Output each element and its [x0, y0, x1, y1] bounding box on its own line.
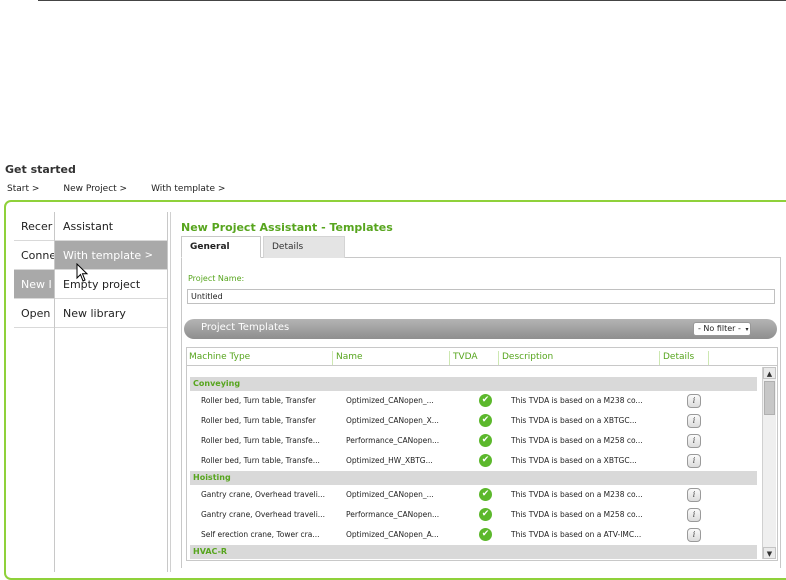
- table-row[interactable]: Gantry crane, Overhead traveli... Perfor…: [190, 505, 757, 525]
- nav-item-open[interactable]: Open: [14, 299, 54, 328]
- check-circle-icon: ✔: [479, 434, 492, 447]
- column-header-description[interactable]: Description: [500, 351, 660, 365]
- check-circle-icon: ✔: [479, 454, 492, 467]
- cell-machine-type: Roller bed, Turn table, Transfer: [201, 416, 316, 425]
- cell-machine-type: Self erection crane, Tower cra...: [201, 530, 320, 539]
- cell-name: Optimized_CANopen_...: [346, 396, 434, 405]
- grid-header: Machine Type Name TVDA Description Detai…: [187, 348, 777, 366]
- cell-name: Optimized_CANopen_X...: [346, 416, 439, 425]
- column-header-machine-type[interactable]: Machine Type: [187, 351, 333, 365]
- table-row[interactable]: Gantry crane, Overhead traveli... Optimi…: [190, 485, 757, 505]
- cell-name: Optimized_CANopen_A...: [346, 530, 439, 539]
- scroll-down-icon[interactable]: ▼: [763, 547, 776, 559]
- breadcrumb: Start > New Project > With template >: [7, 184, 249, 194]
- subnav-with-template[interactable]: With template >: [55, 241, 167, 270]
- mouse-pointer-icon: [76, 263, 89, 282]
- tab-general[interactable]: General: [181, 236, 261, 258]
- breadcrumb-start[interactable]: Start >: [7, 184, 39, 194]
- cell-name: Optimized_HW_XBTG...: [346, 456, 433, 465]
- column-header-tvda[interactable]: TVDA: [451, 351, 499, 365]
- chevron-right-icon: >: [144, 250, 153, 261]
- info-icon[interactable]: i: [687, 508, 701, 522]
- tab-details[interactable]: Details: [263, 236, 345, 258]
- grid-body: Conveying Roller bed, Turn table, Transf…: [190, 377, 757, 559]
- check-circle-icon: ✔: [479, 528, 492, 541]
- filter-dropdown-value: - No filter -: [698, 324, 741, 333]
- cell-description: This TVDA is based on a XBTGC...: [511, 456, 637, 465]
- info-icon[interactable]: i: [687, 414, 701, 428]
- cell-name: Optimized_CANopen_...: [346, 490, 434, 499]
- nav-item-new-project[interactable]: New I: [14, 270, 54, 299]
- project-templates-header: Project Templates - No filter - ▾: [184, 319, 777, 339]
- column-header-name[interactable]: Name: [334, 351, 450, 365]
- table-row[interactable]: Roller bed, Turn table, Transfe... Optim…: [190, 451, 757, 471]
- subnav-empty-project[interactable]: Empty project: [55, 270, 167, 299]
- check-circle-icon: ✔: [479, 394, 492, 407]
- panel-title: New Project Assistant - Templates: [181, 221, 393, 234]
- cell-description: This TVDA is based on a M238 co...: [511, 396, 643, 405]
- cell-description: This TVDA is based on a XBTGC...: [511, 416, 637, 425]
- project-templates-title: Project Templates: [201, 322, 290, 333]
- info-icon[interactable]: i: [687, 488, 701, 502]
- info-icon[interactable]: i: [687, 454, 701, 468]
- chevron-down-icon: ▾: [745, 326, 749, 333]
- nav-item-connect[interactable]: Conne: [14, 241, 54, 270]
- subnav-with-template-label: With template: [63, 249, 142, 262]
- subnav-assistant[interactable]: Assistant: [55, 212, 167, 241]
- info-icon[interactable]: i: [687, 528, 701, 542]
- cell-description: This TVDA is based on a ATV-IMC...: [511, 530, 642, 539]
- cell-name: Performance_CANopen...: [346, 510, 440, 519]
- table-row[interactable]: Roller bed, Turn table, Transfer Optimiz…: [190, 391, 757, 411]
- check-circle-icon: ✔: [479, 414, 492, 427]
- info-icon[interactable]: i: [687, 394, 701, 408]
- breadcrumb-new-project[interactable]: New Project >: [63, 184, 127, 194]
- main-nav-column: Recer Conne New I Open: [14, 212, 55, 572]
- top-divider: [38, 0, 786, 1]
- group-row-hoisting[interactable]: Hoisting: [190, 471, 757, 485]
- cell-name: Performance_CANopen...: [346, 436, 440, 445]
- check-circle-icon: ✔: [479, 508, 492, 521]
- cell-description: This TVDA is based on a M258 co...: [511, 436, 643, 445]
- info-icon[interactable]: i: [687, 434, 701, 448]
- project-name-label: Project Name:: [188, 274, 245, 283]
- tab-strip: General Details: [181, 236, 781, 258]
- scroll-up-icon[interactable]: ▲: [763, 367, 776, 379]
- cell-machine-type: Gantry crane, Overhead traveli...: [201, 490, 325, 499]
- vertical-scrollbar[interactable]: ▲ ▼: [762, 367, 776, 559]
- subnav-new-library[interactable]: New library: [55, 299, 167, 328]
- table-row[interactable]: Roller bed, Turn table, Transfer Optimiz…: [190, 411, 757, 431]
- cell-description: This TVDA is based on a M258 co...: [511, 510, 643, 519]
- nav-item-recent[interactable]: Recer: [14, 212, 54, 241]
- column-header-details[interactable]: Details: [661, 351, 709, 365]
- cell-machine-type: Roller bed, Turn table, Transfer: [201, 396, 316, 405]
- sub-nav-column: Assistant With template > Empty project …: [55, 212, 168, 572]
- cell-machine-type: Gantry crane, Overhead traveli...: [201, 510, 325, 519]
- group-row-conveying[interactable]: Conveying: [190, 377, 757, 391]
- cell-machine-type: Roller bed, Turn table, Transfe...: [201, 436, 320, 445]
- table-row[interactable]: Self erection crane, Tower cra... Optimi…: [190, 525, 757, 545]
- group-row-hvac-r[interactable]: HVAC-R: [190, 545, 757, 559]
- cell-description: This TVDA is based on a M238 co...: [511, 490, 643, 499]
- cell-machine-type: Roller bed, Turn table, Transfe...: [201, 456, 320, 465]
- project-name-input[interactable]: Untitled: [187, 289, 775, 304]
- filter-dropdown[interactable]: - No filter - ▾: [693, 322, 751, 336]
- page-title: Get started: [5, 163, 76, 176]
- table-row[interactable]: Roller bed, Turn table, Transfe... Perfo…: [190, 431, 757, 451]
- column-divider: [170, 212, 171, 572]
- breadcrumb-with-template[interactable]: With template >: [151, 184, 225, 194]
- scroll-thumb[interactable]: [764, 381, 775, 415]
- check-circle-icon: ✔: [479, 488, 492, 501]
